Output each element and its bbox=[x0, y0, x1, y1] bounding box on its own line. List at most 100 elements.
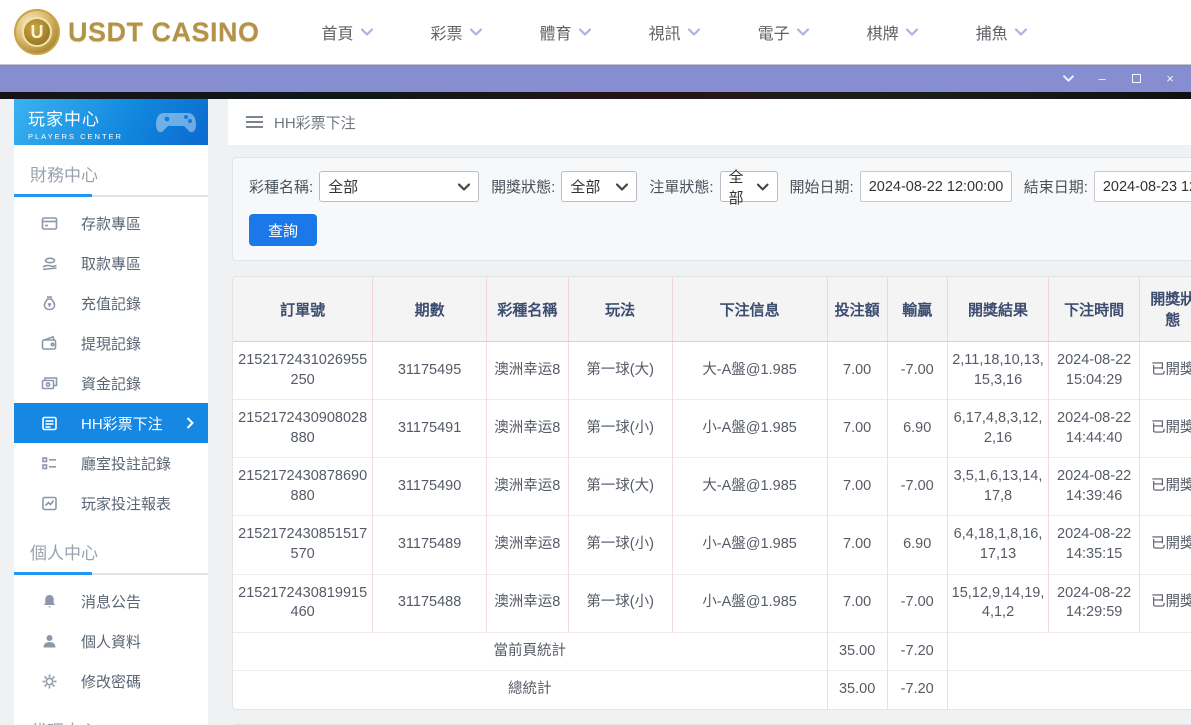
nav-item-video[interactable]: 視訊 bbox=[649, 20, 700, 44]
lottery-bet-icon bbox=[41, 415, 58, 432]
chevron-down-icon bbox=[688, 28, 700, 36]
cell-bet-amount: 7.00 bbox=[827, 400, 887, 458]
chevron-down-icon[interactable] bbox=[1061, 72, 1075, 86]
order-status-select[interactable]: 全部 bbox=[720, 171, 778, 202]
user-icon bbox=[41, 633, 58, 650]
sidebar-item-deposit[interactable]: 存款專區 bbox=[14, 203, 208, 243]
col-header-bet-time: 下注時間 bbox=[1049, 277, 1140, 342]
end-date-input[interactable] bbox=[1094, 171, 1191, 202]
grand-total-summary-row: 總統計 35.00 -7.20 bbox=[233, 671, 1191, 709]
summary-empty bbox=[947, 671, 1191, 709]
col-header-play-type: 玩法 bbox=[568, 277, 672, 342]
nav-label: 電子 bbox=[758, 20, 790, 44]
cell-bet-info: 小-A盤@1.985 bbox=[672, 516, 827, 574]
page-title: HH彩票下注 bbox=[274, 112, 356, 133]
cell-bet-time: 2024-08-22 14:44:40 bbox=[1049, 400, 1140, 458]
sidebar-item-profile[interactable]: 個人資料 bbox=[14, 621, 208, 661]
brand-name: USDT CASINO bbox=[68, 17, 260, 48]
cell-period: 31175495 bbox=[373, 342, 487, 400]
cell-lottery-name: 澳洲幸运8 bbox=[486, 574, 568, 632]
sidebar-item-change-password[interactable]: 修改密碼 bbox=[14, 661, 208, 701]
nav-item-fishing[interactable]: 捕魚 bbox=[976, 20, 1027, 44]
sidebar-item-label: 修改密碼 bbox=[81, 671, 141, 692]
sidebar: 玩家中心 PLAYERS CENTER 財務中心 存款專區 取款專區 bbox=[14, 99, 208, 725]
select-value: 全部 bbox=[328, 176, 358, 197]
cell-play-type: 第一球(大) bbox=[568, 458, 672, 516]
chevron-down-icon bbox=[579, 28, 591, 36]
chevron-right-icon bbox=[186, 417, 194, 429]
cell-order-no: 2152172431026955250 bbox=[233, 342, 373, 400]
section-title-personal: 個人中心 bbox=[14, 523, 208, 573]
recharge-bag-icon bbox=[41, 295, 58, 312]
summary-label: 當前頁統計 bbox=[233, 632, 827, 671]
sidebar-item-label: 存款專區 bbox=[81, 213, 141, 234]
sidebar-item-cashout-record[interactable]: 提現記錄 bbox=[14, 323, 208, 363]
gamepad-icon bbox=[154, 105, 200, 139]
chevron-down-icon bbox=[906, 28, 918, 36]
decorative-strip bbox=[0, 92, 1191, 99]
search-button[interactable]: 查詢 bbox=[249, 214, 317, 246]
cell-bet-amount: 7.00 bbox=[827, 516, 887, 574]
col-header-draw-status: 開獎狀態 bbox=[1139, 277, 1191, 342]
minimize-icon[interactable]: – bbox=[1095, 72, 1109, 86]
cell-bet-info: 大-A盤@1.985 bbox=[672, 342, 827, 400]
summary-winloss-total: -7.20 bbox=[887, 632, 947, 671]
select-value: 全部 bbox=[570, 176, 600, 197]
draw-status-label: 開獎狀態: bbox=[491, 176, 555, 197]
cell-order-no: 2152172430819915460 bbox=[233, 574, 373, 632]
lottery-name-select[interactable]: 全部 bbox=[319, 171, 479, 202]
nav-item-lottery[interactable]: 彩票 bbox=[431, 20, 482, 44]
draw-status-select[interactable]: 全部 bbox=[561, 171, 637, 202]
chevron-down-icon bbox=[470, 28, 482, 36]
nav-item-home[interactable]: 首頁 bbox=[322, 20, 373, 44]
cell-winloss: -7.00 bbox=[887, 574, 947, 632]
cell-draw-status: 已開獎 bbox=[1139, 400, 1191, 458]
sidebar-item-hh-lottery-bets[interactable]: HH彩票下注 bbox=[14, 403, 208, 443]
deposit-card-icon bbox=[41, 215, 58, 232]
nav-label: 首頁 bbox=[322, 20, 354, 44]
chevron-down-icon bbox=[458, 183, 470, 191]
cell-play-type: 第一球(小) bbox=[568, 574, 672, 632]
table-header-row: 訂單號 期數 彩種名稱 玩法 下注信息 投注額 輸贏 開獎結果 下注時間 開獎狀… bbox=[233, 277, 1191, 342]
start-date-input[interactable] bbox=[860, 171, 1012, 202]
summary-bet-total: 35.00 bbox=[827, 632, 887, 671]
cell-order-no: 2152172430908028880 bbox=[233, 400, 373, 458]
cell-lottery-name: 澳洲幸运8 bbox=[486, 516, 568, 574]
withdraw-hand-icon bbox=[41, 255, 58, 272]
nav-item-sports[interactable]: 體育 bbox=[540, 20, 591, 44]
cell-bet-info: 小-A盤@1.985 bbox=[672, 400, 827, 458]
nav-item-slots[interactable]: 電子 bbox=[758, 20, 809, 44]
sidebar-item-recharge-record[interactable]: 充值記錄 bbox=[14, 283, 208, 323]
cell-draw-result: 6,4,18,1,8,16,17,13 bbox=[947, 516, 1049, 574]
cell-lottery-name: 澳洲幸运8 bbox=[486, 342, 568, 400]
summary-bet-total: 35.00 bbox=[827, 671, 887, 709]
cell-period: 31175489 bbox=[373, 516, 487, 574]
cell-draw-status: 已開獎 bbox=[1139, 342, 1191, 400]
sidebar-item-player-bet-report[interactable]: 玩家投注報表 bbox=[14, 483, 208, 523]
col-header-lottery-name: 彩種名稱 bbox=[486, 277, 568, 342]
sidebar-item-label: 個人資料 bbox=[81, 631, 141, 652]
sidebar-item-announcements[interactable]: 消息公告 bbox=[14, 581, 208, 621]
chevron-down-icon bbox=[757, 183, 768, 191]
filter-panel: 彩種名稱: 全部 開獎狀態: 全部 注單狀態: 全部 開始 bbox=[232, 157, 1191, 261]
cell-draw-status: 已開獎 bbox=[1139, 574, 1191, 632]
col-header-draw-result: 開獎結果 bbox=[947, 277, 1049, 342]
maximize-icon[interactable] bbox=[1129, 72, 1143, 86]
nav-item-poker[interactable]: 棋牌 bbox=[867, 20, 918, 44]
sidebar-item-hall-bet-record[interactable]: 廳室投註記錄 bbox=[14, 443, 208, 483]
col-header-winloss: 輸贏 bbox=[887, 277, 947, 342]
table-row: 2152172430878690880 31175490 澳洲幸运8 第一球(大… bbox=[233, 458, 1191, 516]
cell-lottery-name: 澳洲幸运8 bbox=[486, 458, 568, 516]
hamburger-menu-icon[interactable] bbox=[246, 116, 263, 128]
app-header: U USDT CASINO 首頁 彩票 體育 視訊 電子 棋牌 捕魚 bbox=[0, 0, 1191, 64]
cell-bet-info: 大-A盤@1.985 bbox=[672, 458, 827, 516]
cell-bet-amount: 7.00 bbox=[827, 458, 887, 516]
sidebar-item-funds-record[interactable]: 資金記錄 bbox=[14, 363, 208, 403]
sidebar-item-withdraw[interactable]: 取款專區 bbox=[14, 243, 208, 283]
brand-logo: U USDT CASINO bbox=[14, 9, 260, 55]
nav-label: 視訊 bbox=[649, 20, 681, 44]
nav-label: 彩票 bbox=[431, 20, 463, 44]
close-icon[interactable]: × bbox=[1163, 72, 1177, 86]
sidebar-item-label: 充值記錄 bbox=[81, 293, 141, 314]
sidebar-item-label: 資金記錄 bbox=[81, 373, 141, 394]
